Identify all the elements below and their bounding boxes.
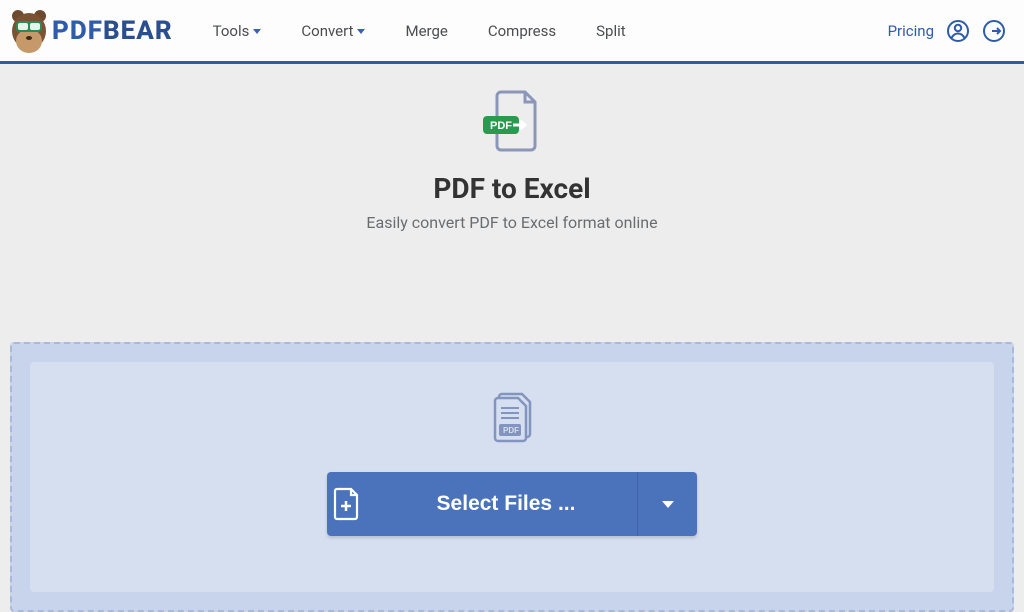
nav-compress-label: Compress [488, 22, 556, 40]
chevron-down-icon [357, 29, 365, 34]
navbar: PDFBEAR Tools Convert Merge Compress Spl… [0, 0, 1024, 64]
select-files-dropdown[interactable] [637, 472, 697, 536]
nav-merge-label: Merge [405, 22, 447, 40]
add-file-icon [333, 487, 361, 521]
page-subtitle: Easily convert PDF to Excel format onlin… [0, 213, 1024, 232]
pdf-to-excel-icon: PDF [479, 88, 545, 154]
user-icon[interactable] [946, 19, 970, 43]
nav-tools[interactable]: Tools [213, 22, 262, 40]
chevron-down-icon [662, 501, 674, 508]
nav-convert[interactable]: Convert [301, 22, 365, 40]
page-title: PDF to Excel [0, 172, 1024, 205]
pdf-badge-text: PDF [490, 120, 512, 132]
nav-pricing[interactable]: Pricing [888, 22, 934, 40]
select-files-label: Select Files ... [395, 492, 637, 516]
stack-badge-text: PDF [503, 426, 519, 435]
logo[interactable]: PDFBEAR [8, 7, 173, 55]
nav-tools-label: Tools [213, 22, 250, 40]
hero: PDF PDF to Excel Easily convert PDF to E… [0, 64, 1024, 232]
chevron-down-icon [253, 29, 261, 34]
bear-icon [8, 7, 50, 55]
select-files-button[interactable]: Select Files ... [327, 472, 637, 536]
dropzone[interactable]: PDF Select Files ... [10, 342, 1014, 612]
nav-convert-label: Convert [301, 22, 353, 40]
nav-links: Tools Convert Merge Compress Split [213, 22, 626, 40]
nav-merge[interactable]: Merge [405, 22, 447, 40]
nav-compress[interactable]: Compress [488, 22, 556, 40]
pdf-stack-icon: PDF [484, 390, 540, 446]
brand-text: PDFBEAR [52, 16, 173, 46]
nav-right: Pricing [888, 19, 1006, 43]
dropzone-inner: PDF Select Files ... [30, 362, 994, 592]
nav-split[interactable]: Split [596, 22, 626, 40]
select-files-row: Select Files ... [327, 472, 697, 536]
logout-icon[interactable] [982, 19, 1006, 43]
nav-split-label: Split [596, 22, 626, 40]
